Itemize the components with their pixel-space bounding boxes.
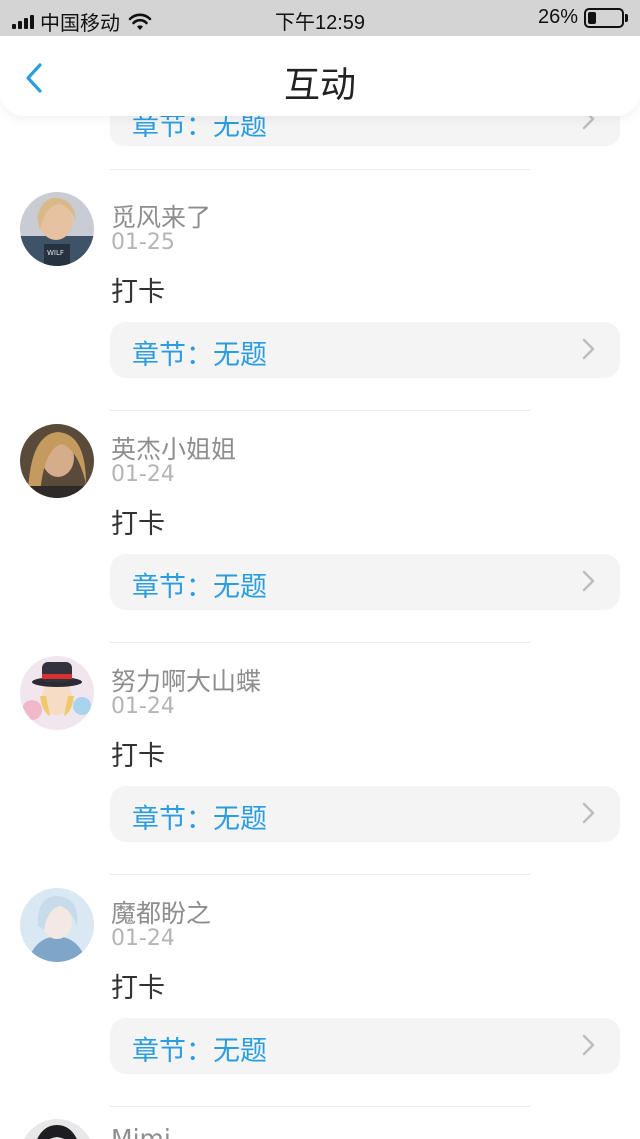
post-date: 01-24 (111, 694, 175, 719)
divider (110, 1106, 530, 1107)
username[interactable]: 努力啊大山蝶 (111, 662, 261, 698)
nav-bar: 互动 (0, 36, 640, 116)
chapter-label: 章节：无题 (132, 116, 267, 142)
battery-percent: 26% (537, 6, 578, 28)
list-item: 魔都盼之 01-24 打卡 章节：无题 (0, 888, 640, 1120)
divider (110, 169, 530, 170)
divider (110, 874, 530, 875)
chapter-label: 章节：无题 (132, 804, 267, 835)
page-title: 互动 (283, 65, 356, 106)
list-item: 努力啊大山蝶 01-24 打卡 章节：无题 (0, 656, 640, 888)
post-content: 打卡 (111, 509, 165, 540)
list-item: 英杰小姐姐 01-24 打卡 章节：无题 (0, 424, 640, 656)
username[interactable]: 英杰小姐姐 (111, 430, 236, 466)
username[interactable]: 觅风来了 (111, 198, 211, 234)
status-bar: 中国移动 下午12:59 26% (0, 0, 640, 36)
avatar[interactable] (20, 888, 94, 962)
chapter-label: 章节：无题 (132, 1036, 267, 1067)
divider (110, 642, 530, 643)
post-date: 01-24 (111, 926, 175, 951)
post-content: 打卡 (111, 741, 165, 772)
avatar[interactable] (20, 424, 94, 498)
chevron-right-icon (582, 338, 595, 360)
chevron-right-icon (582, 116, 595, 130)
chevron-right-icon (582, 802, 595, 824)
avatar[interactable]: WILF (20, 192, 94, 266)
chapter-link[interactable]: 章节：无题 (110, 786, 620, 842)
chapter-label: 章节：无题 (132, 340, 267, 371)
chapter-link[interactable]: 章节：无题 (110, 322, 620, 378)
interaction-list[interactable]: 章节：无题 WILF 觅风来了 01-25 打卡 章节：无题 英杰小姐姐 01-… (0, 116, 640, 1139)
chapter-label: 章节：无题 (132, 572, 267, 603)
chapter-link[interactable]: 章节：无题 (110, 116, 620, 146)
post-content: 打卡 (111, 277, 165, 308)
chapter-link[interactable]: 章节：无题 (110, 554, 620, 610)
avatar[interactable] (20, 656, 94, 730)
chapter-link[interactable]: 章节：无题 (110, 1018, 620, 1074)
svg-text:WILF: WILF (47, 249, 64, 257)
battery-icon (584, 7, 624, 28)
battery-nub (625, 13, 628, 22)
chevron-right-icon (582, 1034, 595, 1056)
post-date: 01-24 (111, 462, 175, 487)
divider (110, 410, 530, 411)
chevron-right-icon (582, 570, 595, 592)
post-date: 01-25 (111, 230, 175, 255)
post-content: 打卡 (111, 973, 165, 1004)
status-right: 26% (538, 6, 628, 29)
avatar[interactable] (20, 1119, 94, 1139)
list-item: WILF 觅风来了 01-25 打卡 章节：无题 (0, 192, 640, 424)
battery-level (588, 11, 596, 24)
username[interactable]: Mimi (111, 1124, 171, 1139)
username[interactable]: 魔都盼之 (111, 894, 211, 930)
